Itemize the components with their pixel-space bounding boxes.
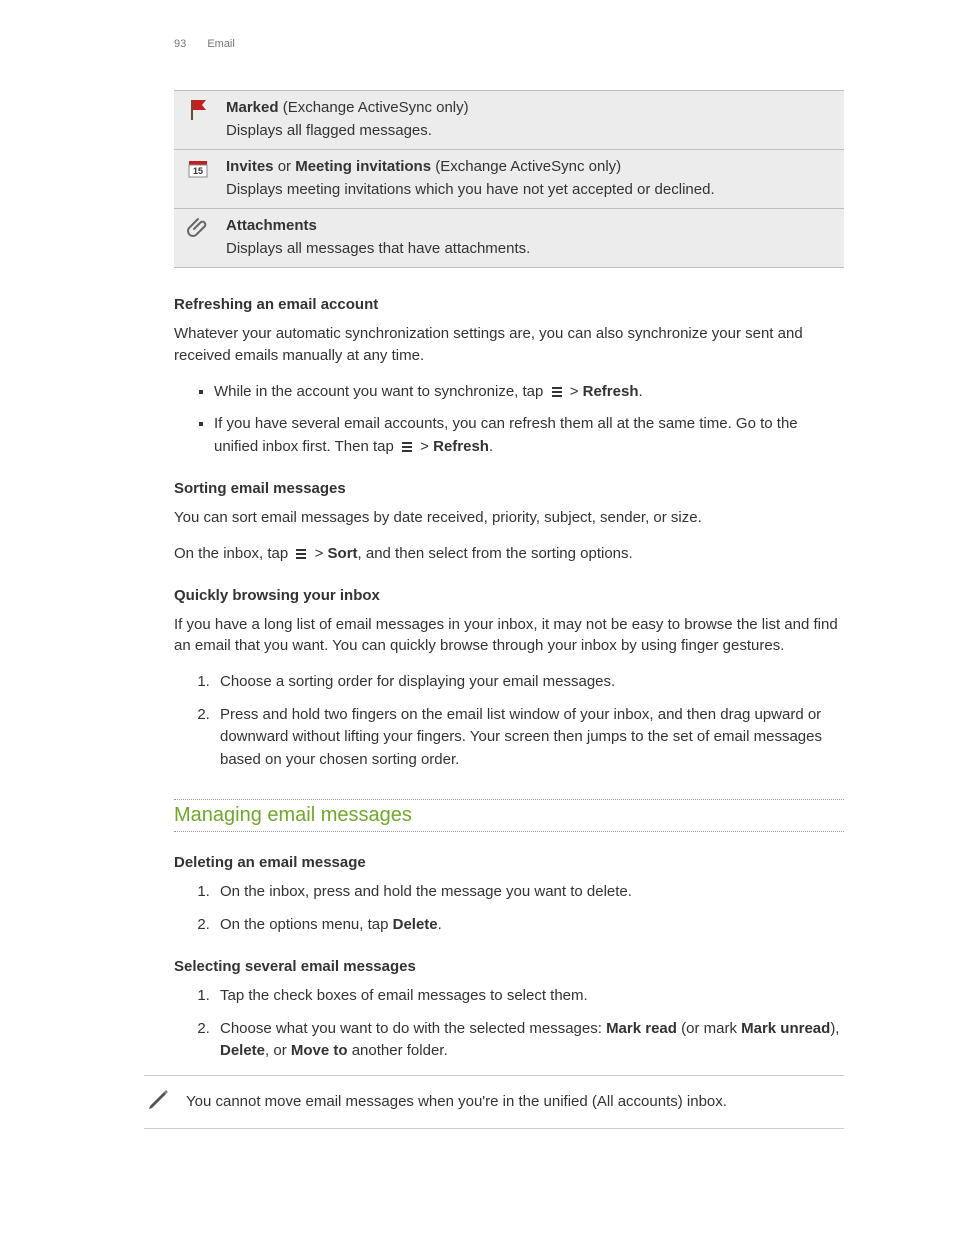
- row-title-rest: (Exchange ActiveSync only): [431, 158, 621, 175]
- row-desc: Displays all flagged messages.: [226, 122, 840, 139]
- note-box: You cannot move email messages when you'…: [144, 1075, 844, 1129]
- subheading-deleting: Deleting an email message: [174, 854, 844, 871]
- row-desc: Displays all messages that have attachme…: [226, 240, 840, 257]
- list-item: Tap the check boxes of email messages to…: [214, 985, 844, 1008]
- flag-icon-cell: [174, 91, 222, 150]
- text: , or: [265, 1042, 291, 1059]
- bold-refresh: Refresh: [433, 438, 489, 455]
- flag-icon: [186, 108, 210, 125]
- text: On the inbox, tap: [174, 545, 292, 562]
- para-sorting: You can sort email messages by date rece…: [174, 507, 844, 529]
- bullet-text: .: [489, 438, 493, 455]
- bullet-list-refreshing: While in the account you want to synchro…: [174, 381, 844, 459]
- text: , and then select from the sorting optio…: [358, 545, 633, 562]
- row-title-rest: (Exchange ActiveSync only): [279, 99, 469, 116]
- bullet-text: >: [420, 438, 433, 455]
- header-section: Email: [207, 38, 235, 50]
- list-item: Choose a sorting order for displaying yo…: [214, 671, 844, 694]
- list-item: While in the account you want to synchro…: [214, 381, 844, 404]
- text: (or mark: [677, 1020, 741, 1037]
- list-item: On the inbox, press and hold the message…: [214, 881, 844, 904]
- document-page: 93 Email Marked (Exchange ActiveSync onl…: [0, 0, 954, 1235]
- row-title: Invites: [226, 158, 274, 175]
- table-row: 15 Invites or Meeting invitations (Excha…: [174, 150, 844, 209]
- text: On the options menu, tap: [220, 916, 393, 933]
- row-marked-text: Marked (Exchange ActiveSync only) Displa…: [222, 91, 844, 150]
- tab-spec-table: Marked (Exchange ActiveSync only) Displa…: [174, 90, 844, 268]
- text: Choose what you want to do with the sele…: [220, 1020, 606, 1037]
- list-item: Choose what you want to do with the sele…: [214, 1018, 844, 1063]
- bullet-text: >: [570, 383, 583, 400]
- bullet-text: .: [638, 383, 642, 400]
- bullet-text: If you have several email accounts, you …: [214, 415, 798, 455]
- menu-icon: [294, 547, 308, 561]
- steps-deleting: On the inbox, press and hold the message…: [174, 881, 844, 936]
- page-number: 93: [174, 38, 186, 50]
- paperclip-icon: [186, 226, 210, 243]
- row-invites-text: Invites or Meeting invitations (Exchange…: [222, 150, 844, 209]
- bold-move-to: Move to: [291, 1042, 348, 1059]
- bold-delete: Delete: [393, 916, 438, 933]
- text: another folder.: [348, 1042, 448, 1059]
- list-item: If you have several email accounts, you …: [214, 413, 844, 458]
- bold-sort: Sort: [328, 545, 358, 562]
- para-sorting-2: On the inbox, tap > Sort, and then selec…: [174, 543, 844, 565]
- menu-icon: [550, 385, 564, 399]
- para-refreshing: Whatever your automatic synchronization …: [174, 323, 844, 367]
- table-row: Attachments Displays all messages that h…: [174, 209, 844, 268]
- bold-mark-read: Mark read: [606, 1020, 677, 1037]
- bold-refresh: Refresh: [583, 383, 639, 400]
- subheading-sorting: Sorting email messages: [174, 480, 844, 497]
- bullet-text: While in the account you want to synchro…: [214, 383, 548, 400]
- table-row: Marked (Exchange ActiveSync only) Displa…: [174, 91, 844, 150]
- text: .: [438, 916, 442, 933]
- note-text: You cannot move email messages when you'…: [186, 1093, 727, 1110]
- menu-icon: [400, 440, 414, 454]
- row-title: Marked: [226, 99, 279, 116]
- steps-browsing: Choose a sorting order for displaying yo…: [174, 671, 844, 771]
- row-title: Attachments: [226, 217, 317, 234]
- bold-mark-unread: Mark unread: [741, 1020, 830, 1037]
- row-desc: Displays meeting invitations which you h…: [226, 181, 840, 198]
- svg-text:15: 15: [193, 166, 203, 176]
- row-title-2: Meeting invitations: [295, 158, 431, 175]
- text: ),: [830, 1020, 839, 1037]
- calendar-icon-cell: 15: [174, 150, 222, 209]
- para-browsing: If you have a long list of email message…: [174, 614, 844, 658]
- subheading-selecting: Selecting several email messages: [174, 958, 844, 975]
- row-attachments-text: Attachments Displays all messages that h…: [222, 209, 844, 268]
- subheading-refreshing: Refreshing an email account: [174, 296, 844, 313]
- row-mid: or: [274, 158, 296, 175]
- paperclip-icon-cell: [174, 209, 222, 268]
- subheading-browsing: Quickly browsing your inbox: [174, 587, 844, 604]
- calendar-icon: 15: [186, 167, 210, 184]
- list-item: Press and hold two fingers on the email …: [214, 704, 844, 772]
- bold-delete: Delete: [220, 1042, 265, 1059]
- text: >: [315, 545, 328, 562]
- pencil-icon: [144, 1088, 172, 1116]
- list-item: On the options menu, tap Delete.: [214, 914, 844, 937]
- steps-selecting: Tap the check boxes of email messages to…: [174, 985, 844, 1063]
- heading-managing: Managing email messages: [174, 799, 844, 832]
- page-header: 93 Email: [174, 38, 844, 50]
